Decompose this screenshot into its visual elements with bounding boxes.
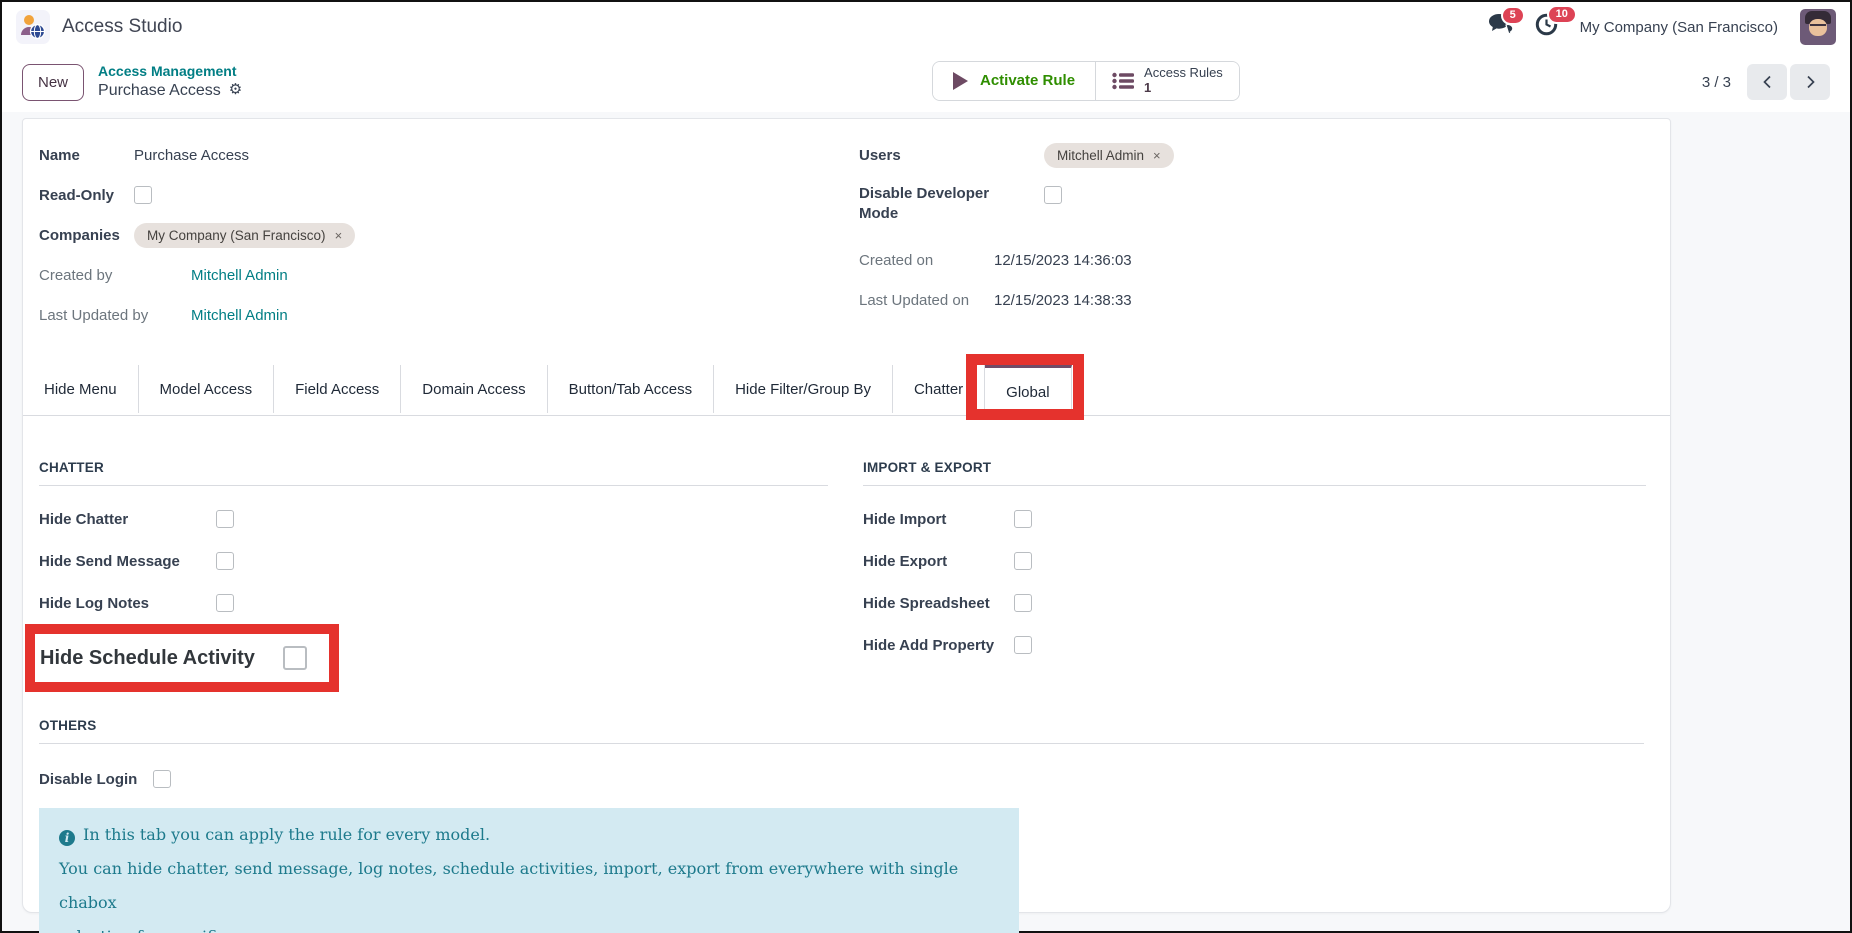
- breadcrumb-current: Purchase Access: [98, 81, 221, 101]
- hide-chatter-checkbox[interactable]: [216, 510, 234, 528]
- app-title[interactable]: Access Studio: [62, 16, 182, 38]
- hide-spreadsheet-row: Hide Spreadsheet: [863, 594, 1646, 612]
- company-tag: My Company (San Francisco) ×: [134, 223, 355, 248]
- hide-add-property-row: Hide Add Property: [863, 636, 1646, 654]
- updated-by-label: Last Updated by: [39, 307, 151, 324]
- disable-login-checkbox[interactable]: [153, 770, 171, 788]
- hide-send-message-checkbox[interactable]: [216, 552, 234, 570]
- field-row-created-by: Created by Mitchell Admin: [39, 255, 739, 295]
- info-icon: i: [59, 830, 75, 846]
- pager: 3 / 3: [1702, 64, 1830, 100]
- import-export-section: IMPORT & EXPORT Hide Import Hide Export …: [863, 460, 1646, 692]
- messages-badge: 5: [1501, 6, 1525, 25]
- hide-import-checkbox[interactable]: [1014, 510, 1032, 528]
- created-by-label: Created by: [39, 267, 151, 284]
- field-row-companies: Companies My Company (San Francisco) ×: [39, 215, 739, 255]
- messages-menu[interactable]: 5: [1489, 14, 1513, 40]
- activities-badge: 10: [1547, 5, 1577, 24]
- field-row-disable-dev: Disable Developer Mode: [859, 175, 1644, 225]
- user-avatar[interactable]: [1800, 9, 1836, 45]
- hide-spreadsheet-checkbox[interactable]: [1014, 594, 1032, 612]
- company-switcher[interactable]: My Company (San Francisco): [1580, 19, 1778, 36]
- pager-previous-button[interactable]: [1747, 64, 1787, 100]
- tab-field-access[interactable]: Field Access: [274, 365, 401, 413]
- hide-import-row: Hide Import: [863, 510, 1646, 528]
- info-line-1: In this tab you can apply the rule for e…: [83, 825, 490, 844]
- tab-hide-menu[interactable]: Hide Menu: [23, 365, 139, 413]
- activities-menu[interactable]: 10: [1535, 13, 1558, 41]
- gear-icon[interactable]: ⚙: [229, 81, 242, 100]
- name-value[interactable]: Purchase Access: [134, 147, 249, 164]
- user-tag: Mitchell Admin ×: [1044, 143, 1174, 168]
- hide-schedule-activity-label: Hide Schedule Activity: [40, 647, 255, 670]
- record-fields: Name Purchase Access Read-Only Companies…: [39, 119, 1644, 335]
- users-label: Users: [859, 147, 1044, 164]
- info-line-3: selection for specific user.: [59, 920, 999, 933]
- tab-global[interactable]: Global: [985, 365, 1071, 416]
- companies-label: Companies: [39, 227, 134, 244]
- activate-rule-button[interactable]: Activate Rule: [933, 62, 1096, 100]
- hide-add-property-checkbox[interactable]: [1014, 636, 1032, 654]
- top-nav: Access Studio 5 10: [2, 2, 1850, 52]
- hide-send-message-row: Hide Send Message: [39, 552, 828, 570]
- tab-chatter[interactable]: Chatter: [893, 365, 985, 413]
- hide-export-row: Hide Export: [863, 552, 1646, 570]
- readonly-label: Read-Only: [39, 187, 134, 204]
- hide-export-checkbox[interactable]: [1014, 552, 1032, 570]
- readonly-checkbox[interactable]: [134, 186, 152, 204]
- created-on-value: 12/15/2023 14:36:03: [994, 252, 1132, 269]
- pager-next-button[interactable]: [1790, 64, 1830, 100]
- hide-schedule-activity-checkbox[interactable]: [283, 646, 307, 670]
- global-tab-content: CHATTER Hide Chatter Hide Send Message H…: [39, 416, 1644, 933]
- chatter-section: CHATTER Hide Chatter Hide Send Message H…: [39, 460, 828, 692]
- pager-count: 3 / 3: [1702, 74, 1731, 91]
- tab-model-access[interactable]: Model Access: [139, 365, 275, 413]
- form-sheet: Name Purchase Access Read-Only Companies…: [22, 118, 1671, 913]
- annotation-highlight-hide-schedule-activity: Hide Schedule Activity: [25, 624, 339, 692]
- action-button-group: Activate Rule Access Rules 1: [932, 61, 1240, 101]
- access-studio-app-icon[interactable]: [16, 10, 50, 44]
- control-panel: New Access Management Purchase Access ⚙ …: [2, 52, 1850, 112]
- created-by-link[interactable]: Mitchell Admin: [191, 267, 288, 284]
- breadcrumb-parent-link[interactable]: Access Management: [98, 63, 242, 81]
- others-section-title: OTHERS: [39, 718, 1644, 733]
- app-window: Access Studio 5 10: [0, 0, 1852, 933]
- hide-log-notes-row: Hide Log Notes: [39, 594, 828, 612]
- disable-dev-checkbox[interactable]: [1044, 186, 1062, 204]
- updated-on-value: 12/15/2023 14:38:33: [994, 292, 1132, 309]
- chatter-section-title: CHATTER: [39, 460, 828, 475]
- updated-on-label: Last Updated on: [859, 292, 994, 309]
- tab-button-tab-access[interactable]: Button/Tab Access: [548, 365, 714, 413]
- updated-by-link[interactable]: Mitchell Admin: [191, 307, 288, 324]
- breadcrumb: Access Management Purchase Access ⚙: [98, 63, 242, 101]
- import-export-section-title: IMPORT & EXPORT: [863, 460, 1646, 475]
- access-rules-stat-button[interactable]: Access Rules 1: [1096, 62, 1239, 100]
- remove-tag-icon[interactable]: ×: [1153, 148, 1161, 163]
- info-line-2: You can hide chatter, send message, log …: [59, 852, 999, 920]
- info-alert: i In this tab you can apply the rule for …: [39, 808, 1019, 933]
- others-section: OTHERS Disable Login: [39, 718, 1644, 788]
- field-row-updated-by: Last Updated by Mitchell Admin: [39, 295, 739, 335]
- tab-domain-access[interactable]: Domain Access: [401, 365, 547, 413]
- remove-tag-icon[interactable]: ×: [335, 228, 343, 243]
- field-row-users: Users Mitchell Admin ×: [859, 135, 1644, 175]
- hide-log-notes-checkbox[interactable]: [216, 594, 234, 612]
- play-icon: [953, 72, 968, 90]
- disable-dev-label: Disable Developer Mode: [859, 184, 1019, 225]
- field-row-updated-on: Last Updated on 12/15/2023 14:38:33: [859, 281, 1644, 321]
- list-icon: [1112, 72, 1134, 90]
- new-button[interactable]: New: [22, 64, 84, 101]
- tab-hide-filter-group-by[interactable]: Hide Filter/Group By: [714, 365, 893, 413]
- name-label: Name: [39, 147, 134, 164]
- notebook-tabs: Hide Menu Model Access Field Access Doma…: [23, 365, 1670, 416]
- hide-chatter-row: Hide Chatter: [39, 510, 828, 528]
- field-row-readonly: Read-Only: [39, 175, 739, 215]
- created-on-label: Created on: [859, 252, 994, 269]
- disable-login-row: Disable Login: [39, 770, 1644, 788]
- field-row-created-on: Created on 12/15/2023 14:36:03: [859, 241, 1644, 281]
- field-row-name: Name Purchase Access: [39, 135, 739, 175]
